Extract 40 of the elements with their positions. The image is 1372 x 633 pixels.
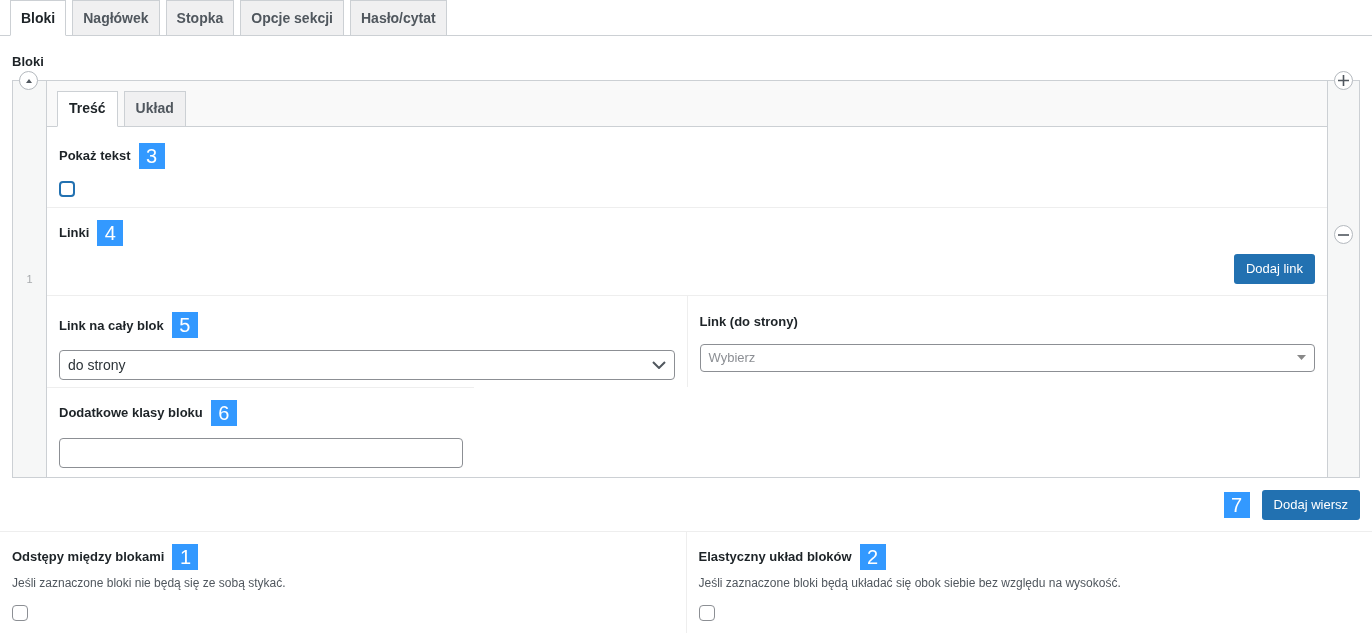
caret-icon: [1297, 355, 1306, 361]
checkbox[interactable]: [12, 605, 28, 621]
field-label: Odstępy między blokami: [12, 548, 165, 567]
section-label: Bloki: [12, 53, 45, 71]
add-row-button[interactable]: Dodaj wiersz: [1261, 489, 1360, 520]
select-field[interactable]: do strony: [59, 350, 675, 381]
number-marker: 7: [1223, 491, 1250, 518]
tab[interactable]: Opcje sekcji: [240, 0, 344, 36]
field-description: Jeśli zaznaczone bloki będą układać się obok siebie bez względu na wysokość.: [698, 575, 1122, 592]
add-link-button[interactable]: Dodaj link: [1233, 253, 1315, 284]
field-label: Linki: [59, 223, 90, 242]
tab[interactable]: Stopka: [165, 0, 235, 36]
tab[interactable]: Hasło/cytat: [350, 0, 447, 36]
chevron-down-icon: [651, 361, 666, 370]
number-marker: 3: [138, 142, 165, 169]
tab[interactable]: Układ: [123, 90, 186, 127]
field-label: Link (do strony): [699, 313, 798, 332]
field-label: Pokaż tekst: [59, 147, 131, 166]
row-number: 1: [26, 271, 33, 287]
number-marker: 6: [210, 400, 237, 427]
field-label: Link na cały blok: [59, 316, 164, 335]
field-label: Dodatkowe klasy bloku: [59, 404, 203, 423]
caret-up-icon: [25, 78, 32, 83]
number-marker: 2: [859, 544, 886, 570]
minus-icon: [1338, 233, 1349, 236]
tab[interactable]: Bloki: [10, 0, 67, 36]
select-field[interactable]: Wybierz: [699, 343, 1315, 372]
field-description: Jeśli zaznaczone bloki nie będą się ze sobą stykać.: [12, 575, 287, 592]
checkbox[interactable]: [59, 180, 75, 197]
remove-button[interactable]: [1334, 225, 1353, 244]
tab[interactable]: Treść: [57, 90, 118, 127]
field-label: Elastyczny układ bloków: [698, 548, 852, 567]
tab[interactable]: Nagłówek: [72, 0, 160, 36]
number-marker: 1: [172, 544, 199, 570]
input-field[interactable]: [59, 438, 463, 469]
plus-icon: [1338, 75, 1349, 86]
number-marker: 5: [171, 312, 198, 339]
checkbox[interactable]: [698, 605, 715, 621]
add-button[interactable]: [1334, 71, 1353, 90]
number-marker: 4: [97, 219, 124, 246]
